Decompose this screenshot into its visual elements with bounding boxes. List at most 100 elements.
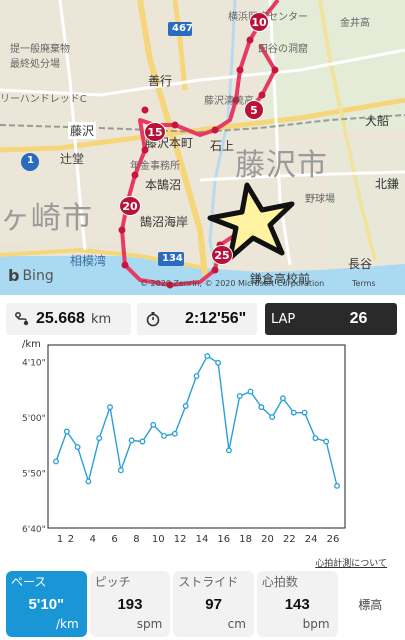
pace-chart-svg: /km 4'10" 5'00" 5'50" 6'40" 1 2 4 6 8 10 12 14 16 18 20…	[22, 339, 346, 545]
y-tick-label: 4'10"	[22, 359, 46, 369]
pace-point	[334, 482, 340, 489]
route-distance-icon	[15, 312, 29, 326]
bing-b-icon: b	[8, 266, 20, 285]
pace-point	[171, 430, 178, 437]
pace-point	[63, 428, 70, 435]
elapsed-time-value: 2:12'56"	[185, 310, 247, 327]
tab-unit: cm	[227, 617, 246, 631]
place-label: 大船	[365, 114, 390, 128]
map-terms-link[interactable]: Terms	[352, 279, 376, 288]
pace-point	[85, 478, 92, 485]
distance-stat: 25.668 km	[6, 303, 131, 335]
lap-marker-15[interactable]: 15	[144, 122, 166, 142]
x-tick-label: 16	[217, 534, 230, 545]
pace-point	[107, 404, 113, 411]
chigasaki-city-label: ヶ崎市	[0, 201, 93, 236]
tab-title: ピッチ	[94, 575, 131, 589]
pace-point	[258, 404, 265, 411]
y-tick-label: 5'00"	[22, 414, 46, 424]
place-label: 石上	[210, 139, 235, 153]
lap-indicator[interactable]: LAP 26	[265, 303, 397, 335]
pace-point	[215, 359, 222, 366]
tab-pace[interactable]: ペース 5'10" /km	[6, 571, 87, 637]
x-tick-label: 26	[327, 534, 340, 545]
place-label: 金井高	[340, 18, 370, 29]
x-tick-label: 4	[90, 534, 96, 545]
x-tick-label: 8	[133, 534, 139, 545]
fujisawa-city-label: 藤沢市	[235, 148, 328, 183]
pace-point	[193, 373, 200, 380]
pace-point	[139, 438, 146, 445]
place-label: 提一般廃棄物	[10, 44, 70, 55]
x-tick-label: 6	[111, 534, 117, 545]
place-label: 長谷	[348, 257, 373, 271]
pace-point	[280, 395, 286, 402]
sea-label: 相模湾	[70, 254, 107, 268]
pace-point	[128, 437, 135, 444]
pace-point	[269, 414, 276, 421]
x-tick-label: 12	[174, 534, 187, 545]
lap-marker-25[interactable]: 25	[211, 245, 233, 265]
place-label: リーハンドレッドC	[0, 94, 87, 105]
pace-point	[96, 435, 103, 442]
tab-unit: bpm	[302, 617, 330, 631]
place-label: 最終処分場	[10, 59, 60, 70]
metric-tabs: ペース 5'10" /km ピッチ 193 spm ストライド 97 cm 心拍…	[6, 571, 401, 637]
stopwatch-icon	[146, 312, 160, 327]
road-467-label: 467	[172, 23, 193, 34]
tab-title: ストライド	[178, 575, 239, 589]
pace-point	[117, 467, 124, 474]
tab-elevation[interactable]: 標高	[340, 571, 401, 637]
pace-point	[290, 409, 297, 416]
x-tick-label: 18	[239, 534, 252, 545]
pace-point	[225, 447, 232, 454]
heart-rate-info-link[interactable]: 心拍計測について	[315, 556, 387, 569]
distance-value: 25.668	[36, 310, 85, 327]
distance-unit: km	[90, 311, 112, 327]
x-tick-label: 2	[68, 534, 74, 545]
pace-point	[204, 353, 211, 360]
place-label: 野球場	[305, 194, 335, 205]
tab-title: 心拍数	[261, 575, 298, 589]
tab-value: 143	[284, 596, 310, 613]
map-copyright: © 2020 Zenrin, © 2020 Microsoft Corporat…	[140, 279, 325, 288]
y-tick-label: 5'50"	[22, 470, 46, 480]
pace-point	[301, 409, 308, 416]
tab-value: 97	[205, 596, 222, 613]
route-map[interactable]: 467 1 134 藤沢市 ヶ崎市 横浜医療センター 金井高 田谷の洞窟 提一般…	[0, 0, 405, 295]
pace-point	[53, 458, 59, 465]
pace-point	[74, 444, 81, 450]
y-axis-label: /km	[22, 339, 41, 350]
place-label: 鵠沼海岸	[140, 215, 189, 229]
lap-marker-5[interactable]: 5	[244, 100, 264, 120]
pace-point	[312, 435, 319, 442]
bing-logo: b Bing	[8, 266, 54, 285]
pace-point	[150, 421, 157, 428]
tab-unit: /km	[55, 617, 79, 631]
lap-marker-20[interactable]: 20	[119, 196, 141, 216]
tab-heart-rate[interactable]: 心拍数 143 bpm	[256, 571, 338, 637]
tab-value: 5'10"	[28, 596, 65, 613]
tab-stride[interactable]: ストライド 97 cm	[173, 571, 254, 637]
x-tick-label: 10	[152, 534, 165, 545]
x-tick-label: 1	[57, 534, 63, 545]
bing-text: Bing	[22, 267, 54, 284]
place-label: 善行	[148, 74, 173, 88]
place-label: 田谷の洞窟	[258, 44, 308, 55]
road-1-label: 1	[27, 155, 34, 166]
y-tick-label: 6'40"	[22, 525, 46, 535]
place-label: 藤沢	[68, 122, 97, 139]
place-label: 年金事務所	[130, 161, 180, 172]
lap-marker-10[interactable]: 10	[249, 12, 269, 32]
pace-point	[182, 403, 189, 409]
tab-value: 193	[117, 596, 143, 613]
place-label: 北鎌	[375, 177, 400, 191]
pace-point	[236, 393, 243, 399]
tab-pitch[interactable]: ピッチ 193 spm	[89, 571, 171, 637]
x-tick-label: 14	[196, 534, 209, 545]
tab-title: ペース	[11, 575, 47, 589]
stats-bar: 25.668 km 2:12'56" LAP 26	[0, 303, 405, 335]
tab-unit: spm	[136, 617, 163, 631]
x-tick-label: 20	[261, 534, 274, 545]
pace-chart[interactable]: /km 4'10" 5'00" 5'50" 6'40" 1 2 4 6 8 10 12 14 16 18 20…	[0, 335, 405, 570]
